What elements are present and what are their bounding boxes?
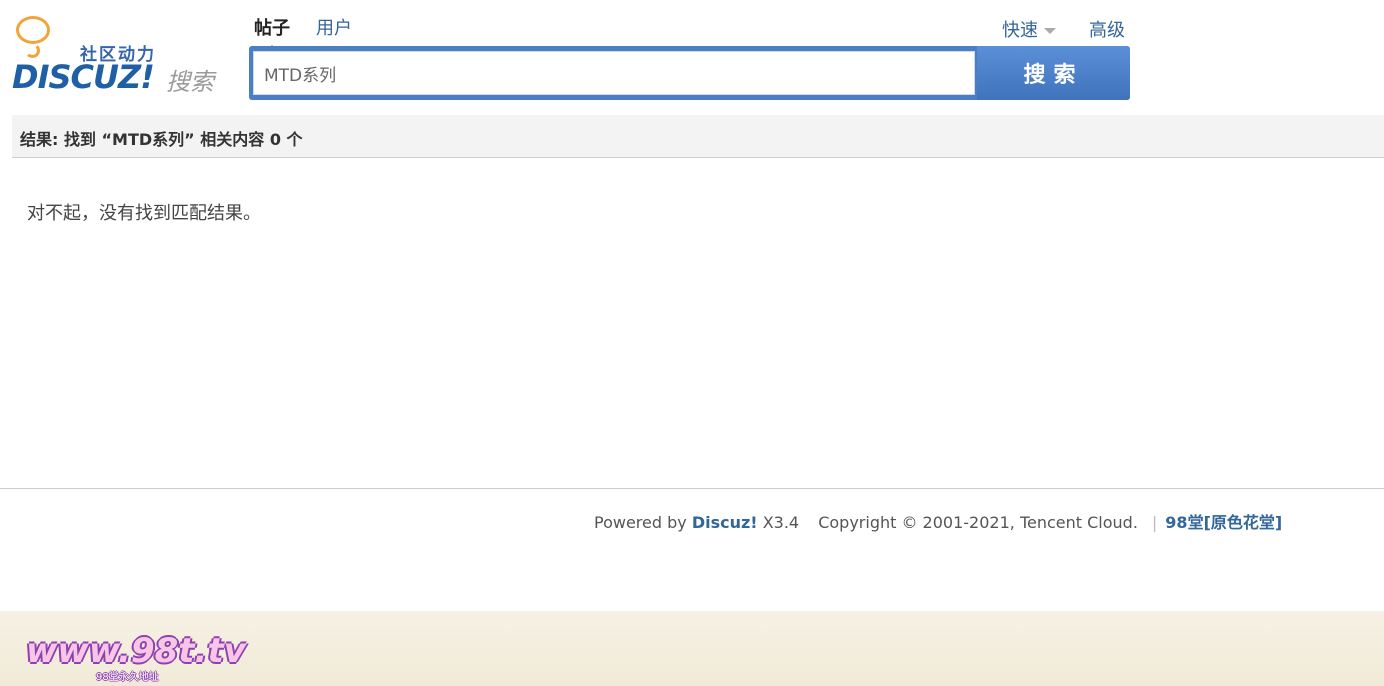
copyright-text: Copyright © 2001-2021, Tencent Cloud. (818, 513, 1138, 532)
results-summary: 结果: 找到 “MTD系列” 相关内容 0 个 (20, 130, 303, 149)
site-link[interactable]: 98堂[原色花堂] (1165, 513, 1282, 532)
version-text: X3.4 (762, 513, 800, 532)
quick-label: 快速 (1002, 20, 1038, 41)
banner-logo[interactable]: www.98t.tv (26, 631, 246, 671)
results-header: 结果: 找到 “MTD系列” 相关内容 0 个 (12, 115, 1384, 158)
footer-divider (0, 488, 1384, 489)
advanced-search-link[interactable]: 高级 (1089, 16, 1125, 42)
bottom-banner: www.98t.tv 98堂永久地址 (0, 611, 1384, 686)
search-button[interactable]: 搜索 (977, 46, 1130, 100)
empty-results-message: 对不起，没有找到匹配结果。 (27, 203, 261, 224)
discuz-logo[interactable]: 社区动力 DISCUZ! 搜索 (12, 14, 232, 96)
powered-by-text: Powered by (594, 513, 687, 532)
quick-dropdown[interactable]: 快速 (1002, 16, 1056, 42)
banner-subtext: 98堂永久地址 (96, 672, 159, 683)
tab-posts[interactable]: 帖子 (254, 14, 290, 51)
tab-users[interactable]: 用户 (316, 14, 352, 40)
chat-bubble-icon (16, 16, 50, 58)
logo-suffix: 搜索 (166, 68, 214, 96)
search-form: 搜索 (249, 46, 1130, 100)
footer: Powered by Discuz! X3.4 Copyright © 2001… (594, 509, 1282, 533)
footer-separator: | (1151, 513, 1158, 532)
logo-brand: DISCUZ! (12, 58, 155, 96)
caret-down-icon (1044, 28, 1056, 34)
search-input[interactable] (253, 51, 975, 95)
discuz-link[interactable]: Discuz! (692, 513, 758, 532)
